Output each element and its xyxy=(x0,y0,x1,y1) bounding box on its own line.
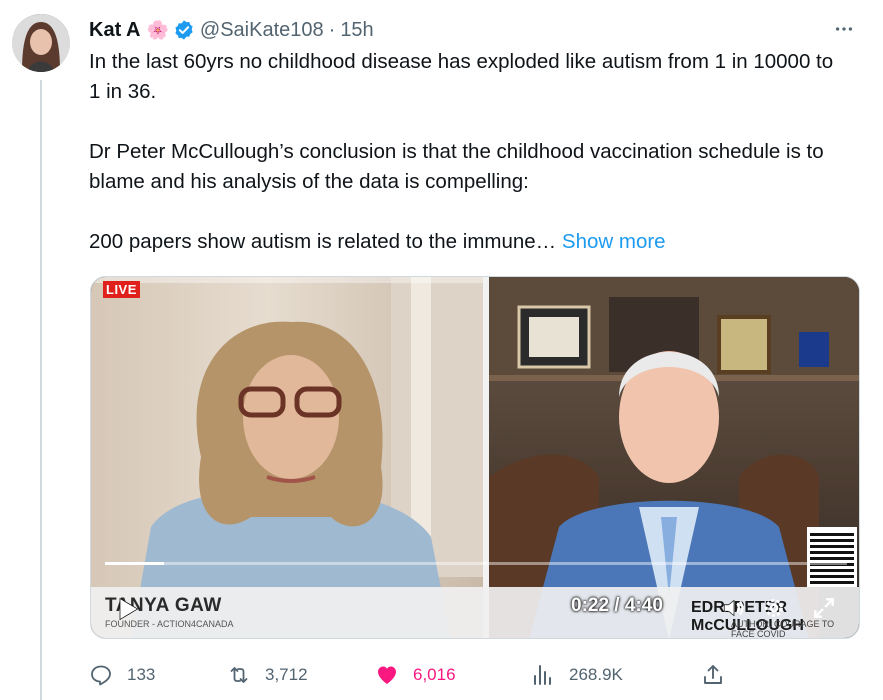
tweet-header: Kat A 🌸 @SaiKate108 · 15h xyxy=(89,16,374,44)
tweet-actions: 133 3,712 6,016 268.9K xyxy=(89,660,739,690)
man-figure-illustration xyxy=(489,277,859,638)
reply-button[interactable]: 133 xyxy=(89,660,155,690)
repost-count: 3,712 xyxy=(265,665,308,684)
heart-icon xyxy=(378,666,396,684)
repost-button[interactable]: 3,712 xyxy=(227,660,308,690)
play-icon[interactable] xyxy=(113,595,141,623)
fullscreen-icon[interactable] xyxy=(811,595,837,621)
video-progress-fill xyxy=(105,562,165,565)
cherry-blossom-emoji: 🌸 xyxy=(146,19,169,40)
volume-icon[interactable] xyxy=(721,595,747,621)
thread-line xyxy=(40,80,42,700)
tweet-paragraph-1: In the last 60yrs no childhood disease h… xyxy=(89,50,834,103)
share-icon xyxy=(704,665,722,684)
repost-icon xyxy=(230,667,248,683)
reply-icon xyxy=(91,665,111,686)
views-button[interactable]: 268.9K xyxy=(531,660,623,690)
live-badge: LIVE xyxy=(103,281,140,298)
views-chart-icon xyxy=(534,665,551,685)
show-more-link[interactable]: Show more xyxy=(562,230,666,253)
woman-figure-illustration xyxy=(91,277,483,638)
tweet-paragraph-3: 200 papers show autism is related to the… xyxy=(89,227,849,257)
tweet-paragraph-2: Dr Peter McCullough’s conclusion is that… xyxy=(89,140,824,193)
tweet-text: In the last 60yrs no childhood disease h… xyxy=(89,47,849,257)
qr-code xyxy=(807,527,857,587)
more-options-icon[interactable] xyxy=(829,14,859,44)
tweet-paragraph-3-text: 200 papers show autism is related to the… xyxy=(89,230,557,253)
video-timecode: 0:22 / 4:40 xyxy=(571,595,663,616)
share-button[interactable] xyxy=(701,660,739,690)
reply-count: 133 xyxy=(127,665,156,684)
like-count: 6,016 xyxy=(413,665,456,684)
video-player[interactable]: LIVE TANYA GAW FOUNDER - ACTION4CANADA E… xyxy=(90,276,860,639)
display-name[interactable]: Kat A xyxy=(89,19,140,42)
like-button[interactable]: 6,016 xyxy=(375,660,456,690)
tweet[interactable]: Kat A 🌸 @SaiKate108 · 15h In the last 60… xyxy=(0,0,883,700)
avatar[interactable] xyxy=(12,14,70,72)
views-count: 268.9K xyxy=(569,665,623,684)
handle[interactable]: @SaiKate108 xyxy=(200,19,324,42)
verified-badge-icon[interactable] xyxy=(173,19,195,41)
right-speaker-title: AUTHOR, COURAGE TO FACE COVID xyxy=(731,619,835,639)
separator-dot: · xyxy=(328,18,336,41)
video-right-pane xyxy=(489,277,859,638)
video-progress-track[interactable] xyxy=(105,562,847,565)
timestamp[interactable]: 15h xyxy=(340,19,373,42)
settings-gear-icon[interactable] xyxy=(761,595,787,621)
video-left-pane: LIVE xyxy=(91,277,483,638)
